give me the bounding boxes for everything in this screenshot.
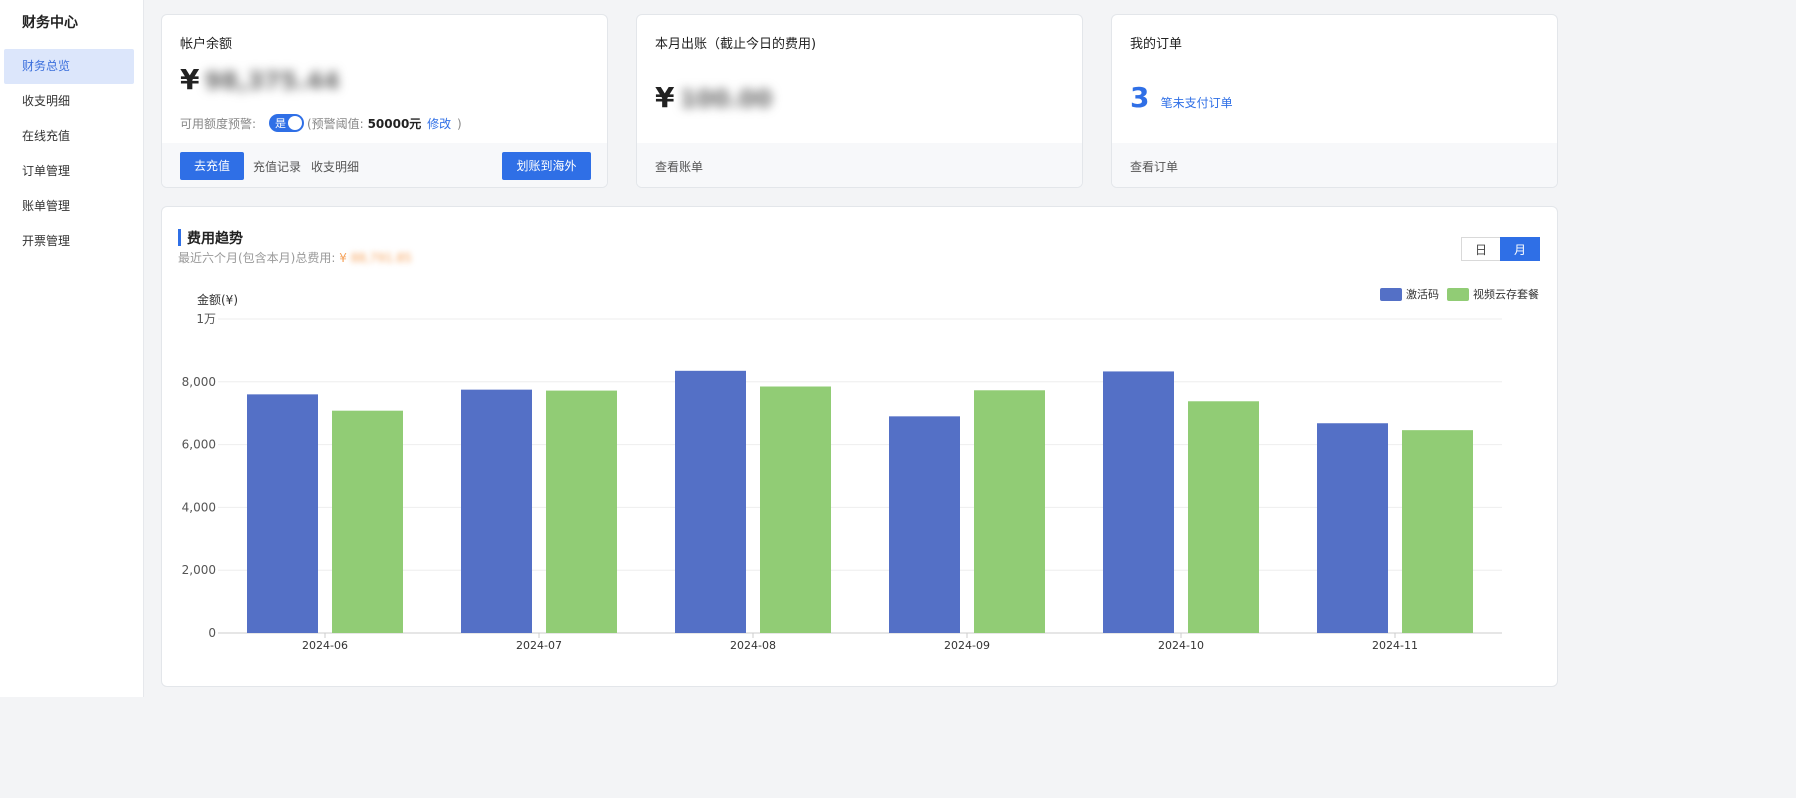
x-tick-label: 2024-07 bbox=[516, 639, 562, 652]
sidebar-item-online-recharge[interactable]: 在线充值 bbox=[4, 119, 134, 154]
bar-2024-06-视频云存套餐[interactable] bbox=[332, 410, 403, 633]
threshold-suffix: ) bbox=[456, 117, 462, 131]
bar-2024-09-激活码[interactable] bbox=[889, 416, 960, 633]
bar-2024-07-视频云存套餐[interactable] bbox=[546, 390, 617, 633]
alert-toggle-knob bbox=[288, 116, 302, 130]
sidebar-item-bill-management[interactable]: 账单管理 bbox=[4, 189, 134, 224]
transfer-overseas-button[interactable]: 划账到海外 bbox=[502, 152, 591, 180]
view-bill-link[interactable]: 查看账单 bbox=[655, 158, 703, 175]
y-tick-label: 8,000 bbox=[182, 375, 216, 389]
legend-swatch[interactable] bbox=[1447, 288, 1469, 301]
unpaid-order-label: 笔未支付订单 bbox=[1160, 96, 1233, 110]
chart-legend: 激活码 视频云存套餐 bbox=[1380, 287, 1539, 301]
balance-value-blurred: 98,375.44 bbox=[204, 67, 340, 95]
bill-card-title: 本月出账（截止今日的费用) bbox=[655, 37, 817, 52]
monthly-bill-card: 本月出账（截止今日的费用) ¥ 100.00 查看账单 bbox=[636, 14, 1083, 188]
bar-2024-06-激活码[interactable] bbox=[247, 394, 318, 633]
bar-2024-11-激活码[interactable] bbox=[1317, 423, 1388, 633]
balance-amount: ¥ 98,375.44 bbox=[180, 63, 340, 96]
bar-2024-09-视频云存套餐[interactable] bbox=[974, 390, 1045, 633]
y-tick-label: 6,000 bbox=[182, 438, 216, 452]
bar-2024-10-激活码[interactable] bbox=[1103, 371, 1174, 633]
sidebar-item-invoice-management[interactable]: 开票管理 bbox=[4, 224, 134, 259]
alert-row: 可用额度预警: bbox=[180, 115, 256, 132]
recharge-button[interactable]: 去充值 bbox=[180, 152, 244, 180]
legend-label[interactable]: 视频云存套餐 bbox=[1473, 287, 1539, 301]
bar-2024-08-视频云存套餐[interactable] bbox=[760, 386, 831, 633]
x-tick-label: 2024-10 bbox=[1158, 639, 1204, 652]
recharge-record-link[interactable]: 充值记录 bbox=[253, 158, 301, 175]
x-tick-label: 2024-11 bbox=[1372, 639, 1418, 652]
sidebar-item-income-expense[interactable]: 收支明细 bbox=[4, 84, 134, 119]
balance-card-footer: 去充值 充值记录 收支明细 划账到海外 bbox=[162, 143, 607, 187]
threshold-row: (预警阈值: 50000元 修改 ) bbox=[307, 115, 462, 132]
x-tick-label: 2024-06 bbox=[302, 639, 348, 652]
bill-amount: ¥ 100.00 bbox=[655, 81, 772, 114]
sidebar-item-order-management[interactable]: 订单管理 bbox=[4, 154, 134, 189]
cost-trend-chart: 金额(¥) 激活码 视频云存套餐 02,0004,0006,0008,0001万 … bbox=[182, 287, 1539, 652]
bar-2024-10-视频云存套餐[interactable] bbox=[1188, 401, 1259, 633]
y-tick-label: 4,000 bbox=[182, 500, 216, 514]
bill-currency: ¥ bbox=[655, 81, 675, 114]
unpaid-order-count: 3 bbox=[1130, 81, 1150, 114]
bar-2024-07-激活码[interactable] bbox=[461, 389, 532, 633]
alert-label: 可用额度预警: bbox=[180, 117, 257, 131]
legend-label[interactable]: 激活码 bbox=[1406, 287, 1439, 301]
y-tick-label: 2,000 bbox=[182, 563, 216, 577]
order-card-footer: 查看订单 bbox=[1112, 143, 1557, 187]
order-card-title: 我的订单 bbox=[1130, 37, 1183, 52]
bar-2024-11-视频云存套餐[interactable] bbox=[1402, 430, 1473, 633]
y-tick-label: 1万 bbox=[196, 312, 216, 326]
sidebar-title: 财务中心 bbox=[22, 15, 78, 31]
y-tick-label: 0 bbox=[208, 626, 216, 640]
unpaid-orders[interactable]: 3 笔未支付订单 bbox=[1130, 81, 1233, 114]
x-tick-label: 2024-08 bbox=[730, 639, 776, 652]
threshold-value: 50000元 bbox=[367, 117, 422, 131]
bill-card-footer: 查看账单 bbox=[637, 143, 1082, 187]
bar-2024-08-激活码[interactable] bbox=[675, 370, 746, 633]
bill-value-blurred: 100.00 bbox=[679, 85, 773, 113]
sidebar: 财务中心 财务总览 收支明细 在线充值 订单管理 账单管理 开票管理 bbox=[0, 0, 144, 697]
alert-toggle-text: 是 bbox=[275, 117, 286, 130]
balance-card-title: 帐户余额 bbox=[180, 37, 233, 52]
x-axis-ticks: 2024-06 2024-07 2024-08 2024-09 2024-10 2024-… bbox=[302, 633, 1418, 652]
view-orders-link[interactable]: 查看订单 bbox=[1130, 158, 1178, 175]
alert-toggle[interactable]: 是 bbox=[269, 114, 304, 132]
y-axis-title: 金额(¥) bbox=[197, 292, 238, 307]
balance-card: 帐户余额 ¥ 98,375.44 可用额度预警: 是 (预警阈值: 50000元… bbox=[161, 14, 608, 188]
legend-swatch[interactable] bbox=[1380, 288, 1402, 301]
modify-threshold-link[interactable]: 修改 bbox=[427, 117, 451, 131]
balance-currency: ¥ bbox=[180, 63, 200, 96]
my-orders-card: 我的订单 3 笔未支付订单 查看订单 bbox=[1111, 14, 1558, 188]
threshold-prefix: (预警阈值: bbox=[307, 117, 364, 131]
statement-link[interactable]: 收支明细 bbox=[311, 158, 359, 175]
x-tick-label: 2024-09 bbox=[944, 639, 990, 652]
chart-bars bbox=[247, 370, 1473, 633]
sidebar-item-finance-overview[interactable]: 财务总览 bbox=[4, 49, 134, 84]
